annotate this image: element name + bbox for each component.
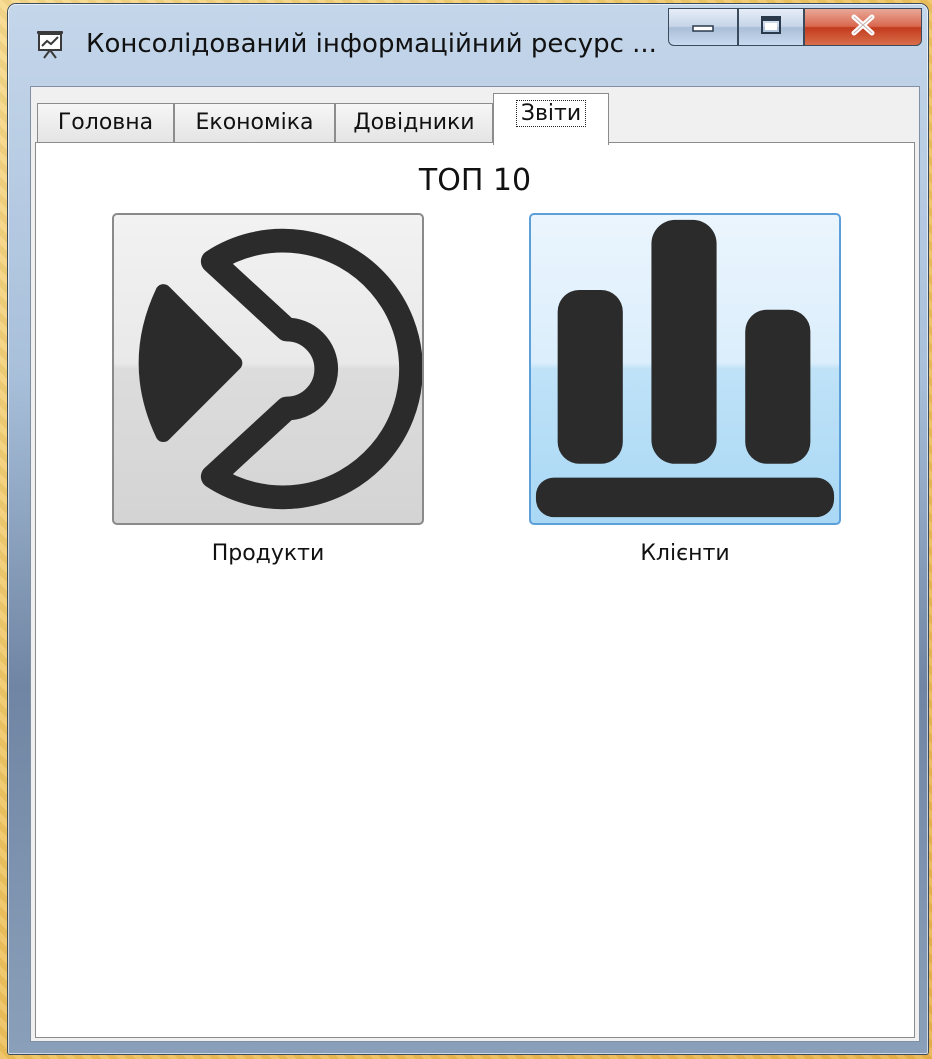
maximize-button[interactable]	[738, 8, 804, 46]
clients-label: Клієнти	[640, 541, 730, 566]
tab-label: Головна	[57, 110, 154, 135]
pie-chart-icon	[138, 228, 422, 510]
title-bar[interactable]: Консолідований інформаційний ресурс ...	[8, 4, 928, 82]
close-icon	[850, 14, 876, 40]
reports-heading: ТОП 10	[418, 163, 532, 198]
clients-report-button[interactable]	[529, 213, 841, 525]
close-button[interactable]	[804, 8, 922, 46]
presentation-chart-icon	[34, 28, 66, 60]
tab-label: Довідники	[353, 110, 475, 135]
tab-economics[interactable]: Економіка	[174, 103, 335, 143]
tab-label: Економіка	[195, 110, 314, 135]
products-label: Продукти	[211, 541, 325, 566]
app-window: Консолідований інформаційний ресурс ... …	[8, 4, 928, 1054]
minimize-button[interactable]	[668, 8, 738, 46]
products-report-button[interactable]	[112, 213, 424, 525]
minimize-icon	[692, 18, 714, 37]
maximize-icon	[760, 15, 782, 39]
bar-chart-icon	[535, 219, 835, 518]
tab-directories[interactable]: Довідники	[335, 103, 493, 143]
window-client-area: Головна Економіка Довідники Звіти ТОП 10…	[30, 86, 920, 1042]
tab-label: Звіти	[515, 100, 587, 127]
tab-strip: Головна Економіка Довідники Звіти	[35, 91, 915, 145]
window-title: Консолідований інформаційний ресурс ...	[86, 29, 657, 59]
tab-home[interactable]: Головна	[37, 103, 174, 143]
tab-reports[interactable]: Звіти	[493, 93, 609, 145]
reports-panel: ТОП 10 Продукти Клієнти	[35, 142, 915, 1038]
